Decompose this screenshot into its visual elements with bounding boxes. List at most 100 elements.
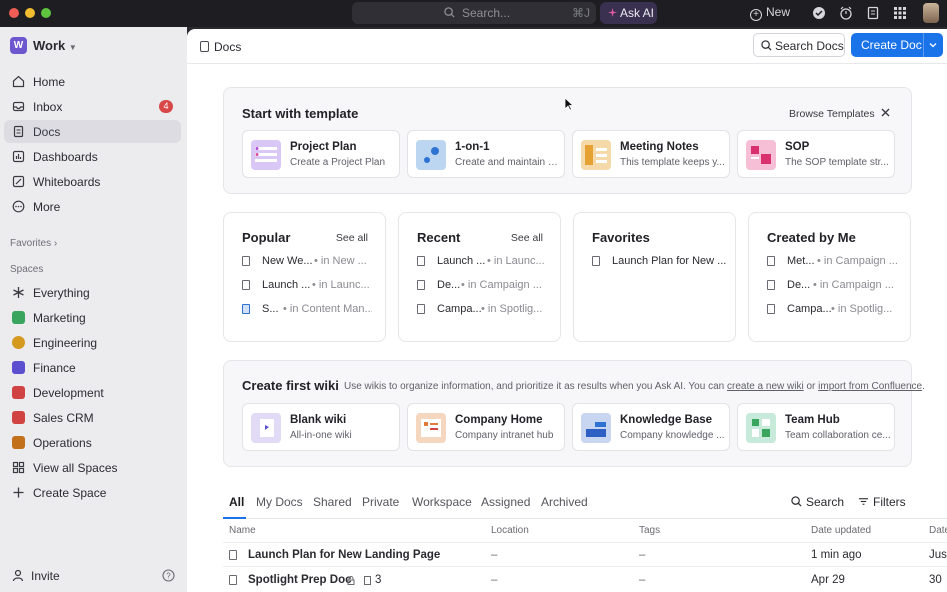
sidebar-item-whiteboards[interactable]: Whiteboards	[4, 170, 181, 193]
alarm-clock-icon[interactable]	[839, 6, 853, 20]
wiki-card: Create first wiki Use wikis to organize …	[223, 360, 925, 467]
template-meeting-notes[interactable]: Meeting Notes This template keeps y...	[572, 130, 730, 178]
search-icon	[444, 7, 455, 18]
column-header-date[interactable]: Date	[929, 525, 947, 536]
tab-archived[interactable]: Archived	[541, 495, 588, 509]
popular-see-all-link[interactable]: See all	[336, 232, 368, 244]
sidebar-space-finance[interactable]: Finance	[4, 356, 181, 379]
finance-space-icon	[12, 361, 25, 374]
tab-private[interactable]: Private	[362, 495, 399, 509]
sidebar-space-marketing[interactable]: Marketing	[4, 306, 181, 329]
more-icon	[12, 200, 25, 213]
minimize-window-button[interactable]	[25, 8, 35, 18]
help-icon[interactable]: ?	[162, 569, 175, 582]
user-plus-icon	[12, 569, 24, 582]
sidebar-space-everything[interactable]: Everything	[4, 281, 181, 304]
doc-icon	[242, 256, 250, 266]
row-name[interactable]: Spotlight Prep Doc	[248, 574, 352, 586]
sidebar-item-docs[interactable]: Docs	[4, 120, 181, 143]
list-item[interactable]: New We... • in New ...	[242, 255, 372, 269]
column-header-date-updated[interactable]: Date updated	[811, 525, 871, 536]
sidebar-item-label: Dashboards	[33, 150, 98, 164]
sidebar-view-all-spaces[interactable]: View all Spaces	[4, 456, 181, 479]
tab-shared[interactable]: Shared	[313, 495, 352, 509]
list-item[interactable]: Campa... • in Spotlig...	[767, 303, 897, 317]
browse-templates-link[interactable]: Browse Templates	[789, 108, 875, 120]
wiki-team-hub[interactable]: Team Hub Team collaboration ce...	[737, 403, 895, 451]
column-header-location[interactable]: Location	[491, 525, 529, 536]
popular-card: Popular See all New We... • in New ... La…	[223, 212, 386, 342]
create-wiki-link[interactable]: create a new wiki	[727, 381, 804, 392]
zoom-window-button[interactable]	[41, 8, 51, 18]
create-doc-button[interactable]: Create Doc	[851, 33, 943, 57]
table-row[interactable]: Launch Plan for New Landing Page – – 1 m…	[223, 542, 947, 567]
sidebar-item-label: Home	[33, 75, 66, 89]
table-row[interactable]: Spotlight Prep Doc 3 – – Apr 29 30	[223, 568, 947, 592]
emoji-doc-icon	[242, 304, 250, 314]
new-button[interactable]: + New	[750, 5, 790, 21]
template-project-plan[interactable]: Project Plan Create a Project Plan	[242, 130, 400, 178]
check-circle-icon[interactable]	[812, 6, 826, 20]
filters-button[interactable]: Filters	[858, 495, 906, 509]
recent-title: Recent	[417, 230, 461, 245]
row-location: –	[491, 574, 498, 586]
sidebar-item-more[interactable]: More	[4, 195, 181, 218]
tab-all[interactable]: All	[229, 495, 244, 509]
close-icon[interactable]	[881, 108, 890, 117]
ask-ai-button[interactable]: Ask AI	[600, 2, 657, 24]
user-avatar[interactable]	[923, 3, 939, 23]
sidebar-item-home[interactable]: Home	[4, 70, 181, 93]
template-sop[interactable]: SOP The SOP template str...	[737, 130, 895, 178]
space-label: Finance	[33, 361, 76, 375]
home-icon	[12, 75, 25, 88]
favorites-title: Favorites	[592, 230, 650, 245]
list-item[interactable]: Launch Plan for New ...	[592, 255, 727, 269]
subdoc-count: 3	[375, 574, 382, 586]
table-search-button[interactable]: Search	[791, 495, 844, 509]
knowledge-base-thumbnail	[581, 413, 611, 443]
sidebar-space-sales-crm[interactable]: Sales CRM	[4, 406, 181, 429]
list-item[interactable]: Campa... • in Spotlig...	[417, 303, 547, 317]
sidebar-space-development[interactable]: Development	[4, 381, 181, 404]
tab-workspace[interactable]: Workspace	[412, 495, 472, 509]
chevron-down-icon[interactable]	[929, 41, 937, 49]
import-confluence-link[interactable]: import from Confluence	[818, 381, 922, 392]
search-docs-button[interactable]: Search Docs	[753, 33, 845, 57]
row-tags: –	[639, 574, 646, 586]
list-item[interactable]: Met... • in Campaign ...	[767, 255, 897, 269]
list-item[interactable]: Launch ... • in Launc...	[417, 255, 547, 269]
sidebar-item-dashboards[interactable]: Dashboards	[4, 145, 181, 168]
template-1-on-1[interactable]: 1-on-1 Create and maintain a...	[407, 130, 565, 178]
row-date: Jus	[929, 549, 947, 561]
list-item[interactable]: De... • in Campaign ...	[767, 279, 897, 293]
column-header-name[interactable]: Name	[229, 525, 256, 536]
doc-icon	[767, 304, 775, 314]
sparkle-icon	[608, 8, 617, 17]
sidebar-space-operations[interactable]: Operations	[4, 431, 181, 454]
sidebar-item-inbox[interactable]: Inbox 4	[4, 95, 181, 118]
favorites-section[interactable]: Favorites ›	[10, 238, 57, 249]
recent-see-all-link[interactable]: See all	[511, 232, 543, 244]
sidebar: W Work ▼ Home Inbox 4 Docs Dashboards Wh…	[0, 27, 187, 592]
close-window-button[interactable]	[9, 8, 19, 18]
tab-assigned[interactable]: Assigned	[481, 495, 530, 509]
list-item[interactable]: S... • in Content Man...	[242, 303, 372, 317]
inbox-count-badge: 4	[159, 100, 173, 113]
sidebar-create-space[interactable]: Create Space	[4, 481, 181, 504]
list-item[interactable]: Launch ... • in Launc...	[242, 279, 372, 293]
wiki-company-home[interactable]: Company Home Company intranet hub	[407, 403, 565, 451]
lock-icon	[347, 576, 355, 585]
docs-tabs: All My Docs Shared Private Workspace Ass…	[223, 495, 947, 519]
list-item[interactable]: De... • in Campaign ...	[417, 279, 547, 293]
row-name[interactable]: Launch Plan for New Landing Page	[248, 549, 440, 561]
global-search-bar[interactable]: Search... ⌘J	[352, 2, 596, 24]
invite-button[interactable]: Invite	[12, 569, 60, 583]
tab-my-docs[interactable]: My Docs	[256, 495, 303, 509]
apps-grid-icon[interactable]	[893, 6, 907, 20]
wiki-knowledge-base[interactable]: Knowledge Base Company knowledge ...	[572, 403, 730, 451]
notepad-icon[interactable]	[866, 6, 880, 20]
column-header-tags[interactable]: Tags	[639, 525, 660, 536]
space-label: Marketing	[33, 311, 86, 325]
wiki-blank[interactable]: Blank wiki All-in-one wiki	[242, 403, 400, 451]
sidebar-space-engineering[interactable]: Engineering	[4, 331, 181, 354]
